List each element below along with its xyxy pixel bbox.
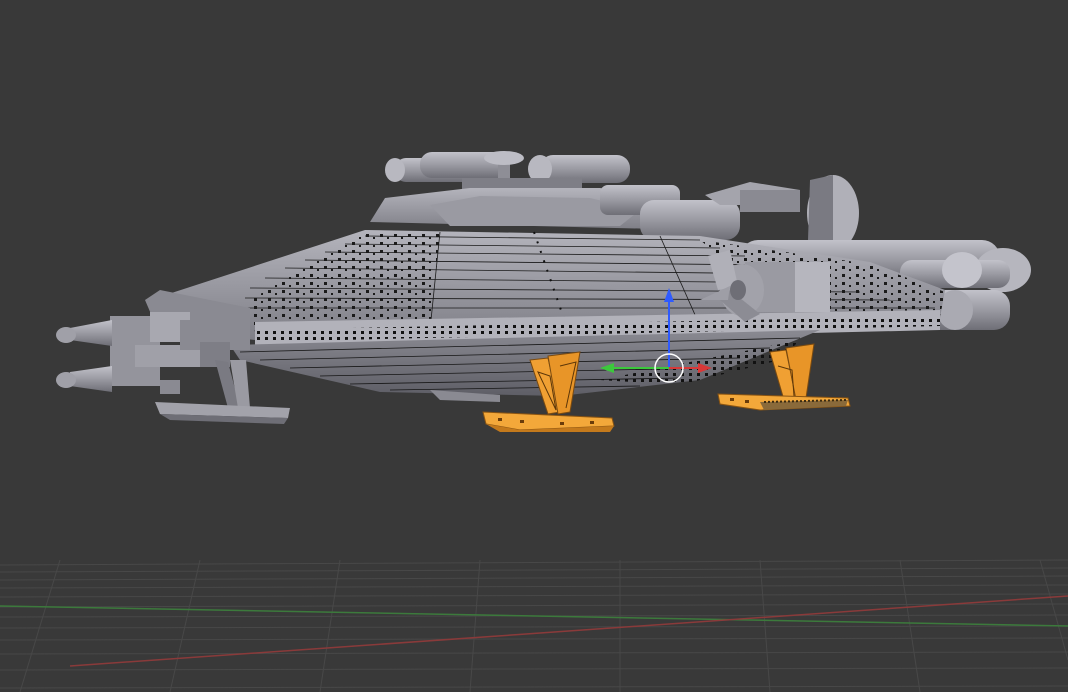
3d-viewport[interactable] [0, 0, 1068, 692]
grid-floor [0, 559, 1068, 692]
spaceship-model[interactable] [56, 151, 1031, 432]
viewport-canvas[interactable] [0, 0, 1068, 692]
